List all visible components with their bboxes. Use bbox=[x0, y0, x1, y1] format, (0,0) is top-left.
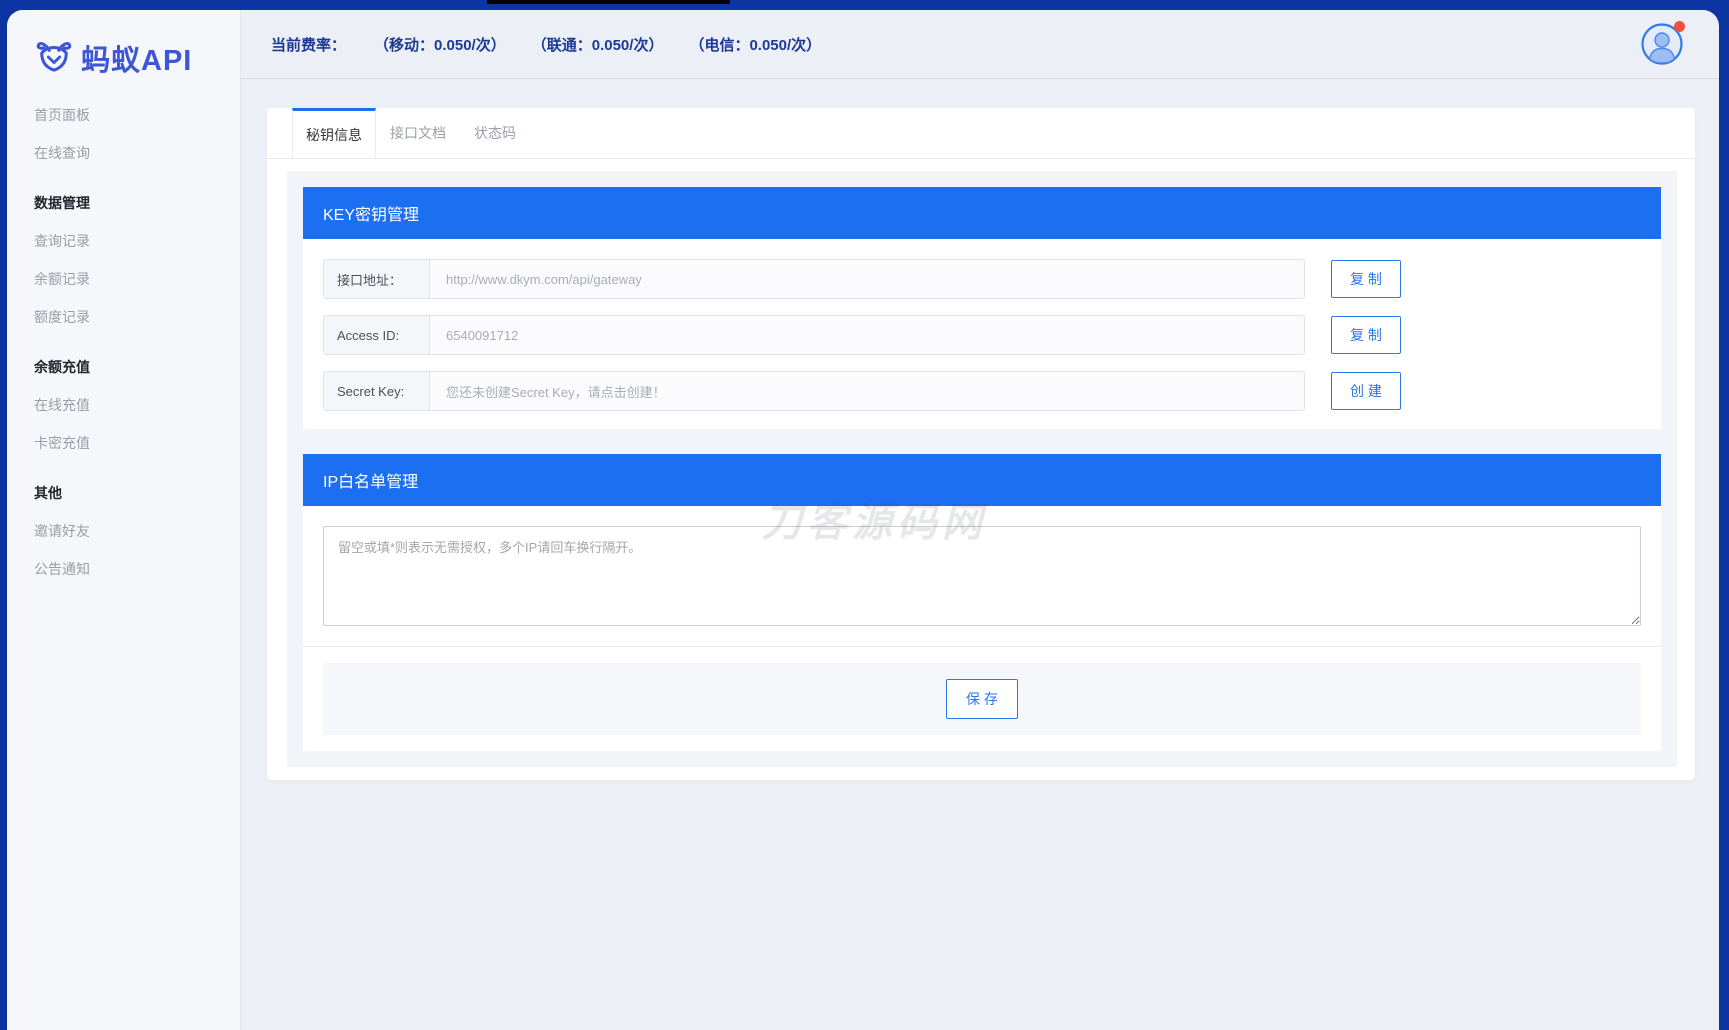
sidebar: 蚂蚁API 首页面板 在线查询 数据管理 查询记录 余额记录 额度记录 余额充值 bbox=[7, 10, 241, 1030]
form-row: Access ID: 复 制 bbox=[323, 315, 1641, 355]
tab-label: 状态码 bbox=[474, 123, 516, 143]
sidebar-item-label: 公告通知 bbox=[34, 561, 90, 577]
content-area: 秘钥信息 接口文档 状态码 KEY密钥管理 bbox=[241, 79, 1719, 780]
sidebar-item[interactable]: 余额充值 bbox=[7, 348, 240, 386]
create-secret-key-button[interactable]: 创 建 bbox=[1331, 372, 1401, 410]
copy-api-url-button[interactable]: 复 制 bbox=[1331, 260, 1401, 298]
save-button[interactable]: 保 存 bbox=[946, 679, 1018, 719]
key-section-body: 接口地址： 复 制 Access ID: 复 制 bbox=[303, 239, 1661, 429]
access-id-field[interactable] bbox=[430, 316, 1304, 354]
sidebar-item-label: 数据管理 bbox=[34, 195, 90, 211]
sidebar-item[interactable]: 其他 bbox=[7, 474, 240, 512]
tab[interactable]: 秘钥信息 bbox=[292, 108, 376, 158]
tab[interactable]: 状态码 bbox=[460, 108, 530, 158]
save-panel: 保 存 bbox=[323, 663, 1641, 735]
main-area: 当前费率： （移动：0.050/次） （联通：0.050/次） （电信：0.050/… bbox=[241, 10, 1719, 1030]
key-section-title: KEY密钥管理 bbox=[323, 201, 419, 225]
sidebar-nav: 首页面板 在线查询 数据管理 查询记录 余额记录 额度记录 余额充值 在线充值 … bbox=[7, 96, 240, 588]
sidebar-item-label: 卡密充值 bbox=[34, 435, 90, 451]
tab-bar: 秘钥信息 接口文档 状态码 bbox=[267, 108, 1695, 159]
divider bbox=[303, 646, 1661, 647]
input-group: Secret Key: bbox=[323, 371, 1305, 411]
sidebar-item-label: 额度记录 bbox=[34, 309, 90, 325]
sidebar-item[interactable]: 在线充值 bbox=[7, 386, 240, 424]
sidebar-item[interactable]: 邀请好友 bbox=[7, 512, 240, 550]
input-group: Access ID: bbox=[323, 315, 1305, 355]
sidebar-item[interactable]: 首页面板 bbox=[7, 96, 240, 134]
topbar: 当前费率： （移动：0.050/次） （联通：0.050/次） （电信：0.050/… bbox=[241, 10, 1719, 79]
sidebar-item[interactable]: 查询记录 bbox=[7, 222, 240, 260]
form-row: Secret Key: 创 建 bbox=[323, 371, 1641, 411]
sidebar-item-label: 在线充值 bbox=[34, 397, 90, 413]
sidebar-item[interactable]: 卡密充值 bbox=[7, 424, 240, 462]
input-group: 接口地址： bbox=[323, 259, 1305, 299]
tab-label: 接口文档 bbox=[390, 123, 446, 143]
section-gap bbox=[303, 429, 1661, 454]
api-url-field[interactable] bbox=[430, 260, 1304, 298]
rates: （移动：0.050/次） （联通：0.050/次） （电信：0.050/次） bbox=[374, 34, 821, 55]
sidebar-item[interactable]: 数据管理 bbox=[7, 184, 240, 222]
ip-section-title: IP白名单管理 bbox=[323, 468, 418, 492]
sidebar-item-label: 余额记录 bbox=[34, 271, 90, 287]
tab[interactable]: 接口文档 bbox=[376, 108, 460, 158]
sidebar-item-label: 余额充值 bbox=[34, 359, 90, 375]
ip-whitelist-textarea[interactable] bbox=[323, 526, 1641, 626]
field-label: Secret Key: bbox=[324, 372, 430, 410]
tab-content-panel: KEY密钥管理 接口地址： 复 制 bbox=[287, 171, 1677, 767]
rate-item: （电信：0.050/次） bbox=[689, 34, 821, 55]
rate-item: （移动：0.050/次） bbox=[374, 34, 506, 55]
ant-logo-icon bbox=[35, 39, 73, 78]
sidebar-item[interactable]: 公告通知 bbox=[7, 550, 240, 588]
sidebar-item-label: 邀请好友 bbox=[34, 523, 90, 539]
sidebar-item[interactable]: 在线查询 bbox=[7, 134, 240, 172]
ip-section-header: IP白名单管理 bbox=[303, 454, 1661, 506]
sidebar-item-label: 其他 bbox=[34, 485, 62, 501]
rate-label: 当前费率： bbox=[271, 34, 346, 55]
user-avatar-icon bbox=[1641, 52, 1683, 69]
user-avatar-button[interactable] bbox=[1641, 23, 1683, 65]
sidebar-item[interactable]: 余额记录 bbox=[7, 260, 240, 298]
logo[interactable]: 蚂蚁API bbox=[7, 10, 240, 80]
copy-access-id-button[interactable]: 复 制 bbox=[1331, 316, 1401, 354]
top-black-bar bbox=[487, 0, 730, 4]
ip-section-body: 保 存 bbox=[303, 506, 1661, 751]
rate-item: （联通：0.050/次） bbox=[532, 34, 664, 55]
field-label: 接口地址： bbox=[324, 260, 430, 298]
secret-key-field[interactable] bbox=[430, 372, 1304, 410]
app-window: 蚂蚁API 首页面板 在线查询 数据管理 查询记录 余额记录 额度记录 余额充值 bbox=[7, 10, 1719, 1030]
notification-dot bbox=[1674, 21, 1685, 32]
key-section-header: KEY密钥管理 bbox=[303, 187, 1661, 239]
logo-text: 蚂蚁API bbox=[81, 37, 192, 79]
field-label: Access ID: bbox=[324, 316, 430, 354]
settings-card: 秘钥信息 接口文档 状态码 KEY密钥管理 bbox=[267, 108, 1695, 780]
sidebar-item[interactable]: 额度记录 bbox=[7, 298, 240, 336]
form-row: 接口地址： 复 制 bbox=[323, 259, 1641, 299]
tab-label: 秘钥信息 bbox=[306, 125, 362, 145]
sidebar-item-label: 在线查询 bbox=[34, 145, 90, 161]
sidebar-item-label: 查询记录 bbox=[34, 233, 90, 249]
sidebar-item-label: 首页面板 bbox=[34, 107, 90, 123]
